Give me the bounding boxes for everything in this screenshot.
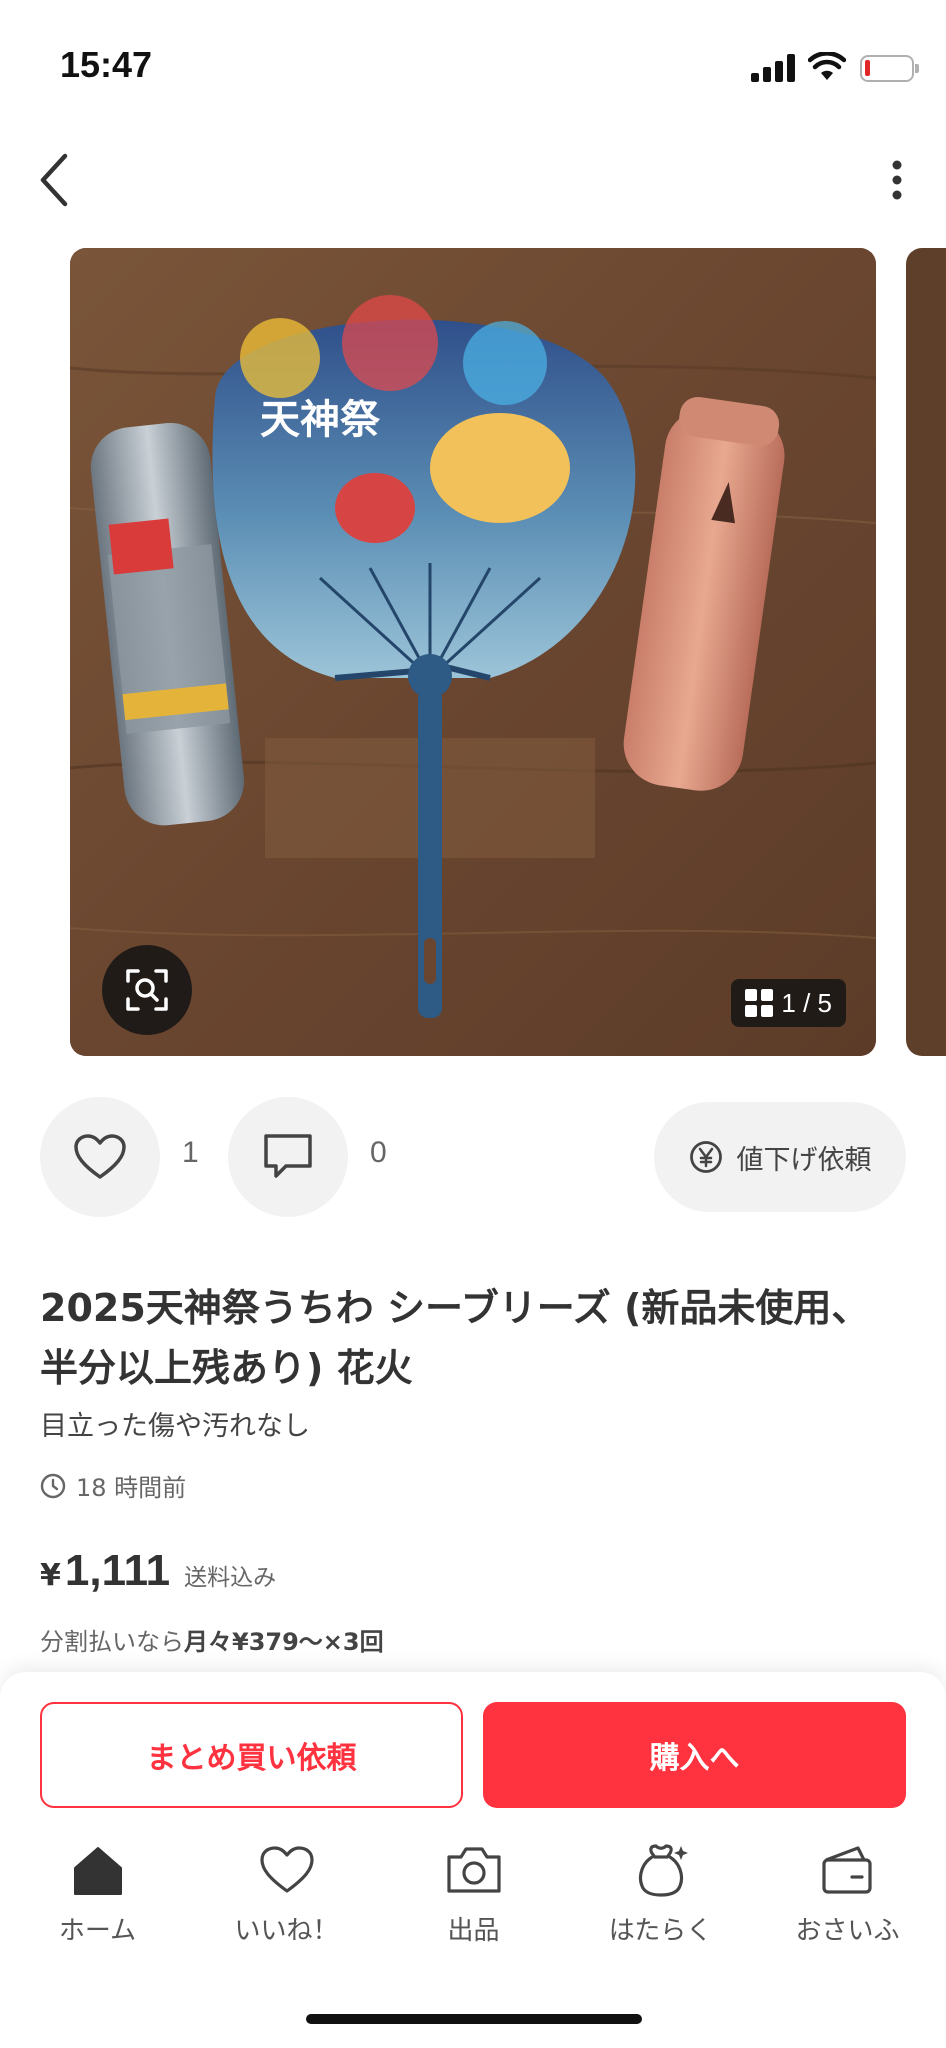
more-options-button[interactable]: [872, 146, 922, 214]
tab-work[interactable]: はたらく: [566, 1840, 755, 1970]
photo-counter-label: 1 / 5: [781, 987, 832, 1018]
currency-symbol: ¥: [40, 1558, 61, 1593]
tab-sell-label: 出品: [447, 1916, 500, 1946]
tab-wallet[interactable]: おさいふ: [753, 1840, 942, 1970]
product-photo-image: 天神祭: [70, 248, 876, 1056]
tab-work-label: はたらく: [608, 1916, 713, 1946]
shipping-note: 送料込み: [184, 1565, 277, 1591]
item-price: 1,111: [64, 1546, 171, 1595]
like-button[interactable]: [40, 1097, 160, 1217]
item-title: 2025天神祭うちわ シーブリーズ (新品未使用、半分以上残あり) 花火: [40, 1286, 870, 1390]
price-cut-label: 値下げ依頼: [736, 1144, 872, 1176]
home-indicator: [306, 2014, 642, 2024]
comment-button[interactable]: [228, 1097, 348, 1217]
scan-search-icon: [126, 969, 168, 1011]
tab-likes-label: いいね！: [234, 1916, 339, 1946]
like-count: 1: [182, 1136, 199, 1169]
item-condition: 目立った傷や汚れなし: [40, 1411, 310, 1442]
bottom-panel: まとめ買い依頼 購入へ ホーム いいね！ 出品 はたらく おさいふ: [0, 1672, 946, 2048]
camera-icon: [446, 1847, 501, 1893]
photo-counter[interactable]: 1 / 5: [731, 979, 846, 1027]
price-row: ¥ 1,111 送料込み: [40, 1546, 276, 1596]
yen-circle-icon: [689, 1141, 722, 1173]
buy-button[interactable]: 購入へ: [483, 1702, 906, 1808]
installment-prefix: 分割払いなら: [40, 1628, 184, 1656]
tab-wallet-label: おさいふ: [795, 1916, 900, 1946]
more-vertical-icon: [892, 160, 902, 200]
tab-home[interactable]: ホーム: [3, 1840, 192, 1970]
back-button[interactable]: [24, 146, 84, 214]
product-photo[interactable]: 天神祭 1 / 5: [70, 248, 876, 1056]
next-photo-preview[interactable]: [906, 248, 946, 1056]
chevron-left-icon: [40, 153, 68, 207]
tab-bar: ホーム いいね！ 出品 はたらく おさいふ: [0, 1840, 946, 1970]
status-bar: 15:47: [0, 0, 946, 130]
wallet-icon: [821, 1846, 872, 1894]
tab-likes[interactable]: いいね！: [192, 1840, 381, 1970]
money-bag-icon: [638, 1844, 688, 1897]
signal-icon: [751, 54, 795, 82]
installment-value: 月々¥379～×3回: [184, 1628, 384, 1656]
bulk-purchase-request-button[interactable]: まとめ買い依頼: [40, 1702, 463, 1808]
installment-info: 分割払いなら月々¥379～×3回: [40, 1622, 384, 1657]
heart-icon: [259, 1846, 314, 1893]
price-cut-request-button[interactable]: 値下げ依頼: [654, 1102, 906, 1212]
posted-time: 18 時間前: [40, 1468, 186, 1503]
tab-home-label: ホーム: [58, 1916, 137, 1946]
battery-icon: [860, 55, 919, 82]
svg-text:天神祭: 天神祭: [260, 397, 381, 443]
action-row: 1 0 値下げ依頼: [40, 1094, 906, 1218]
heart-icon: [74, 1134, 126, 1179]
wifi-icon: [808, 52, 846, 80]
grid-icon: [745, 989, 774, 1017]
comment-count: 0: [370, 1136, 387, 1169]
top-nav: [0, 140, 946, 220]
comment-icon: [264, 1134, 312, 1178]
posted-time-label: 18 時間前: [76, 1474, 187, 1502]
zoom-button[interactable]: [102, 945, 192, 1035]
tab-sell[interactable]: 出品: [379, 1840, 568, 1970]
clock-icon: [40, 1473, 66, 1498]
home-icon: [73, 1847, 122, 1895]
status-time: 15:47: [60, 44, 153, 85]
